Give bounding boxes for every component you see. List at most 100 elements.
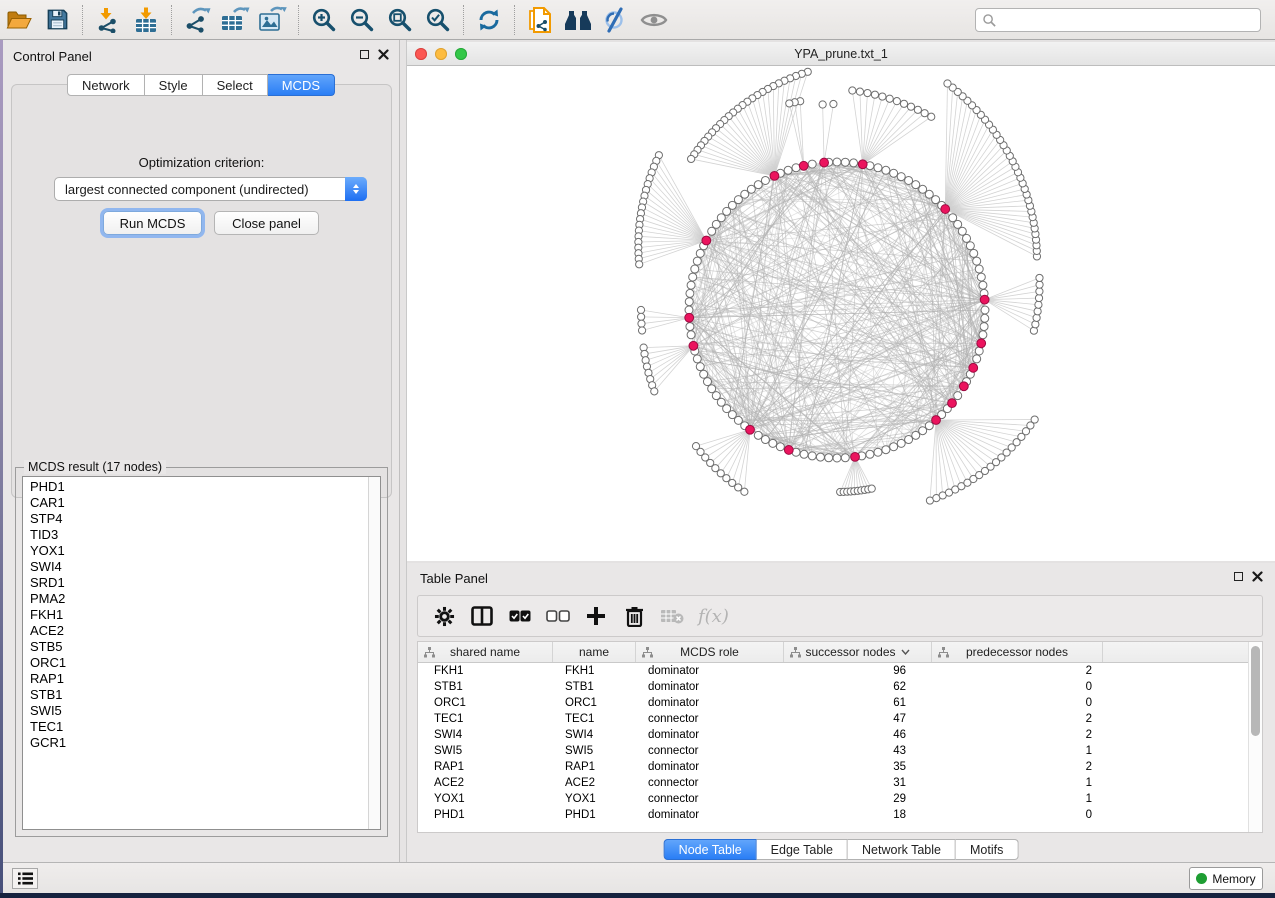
cell-predecessor_nodes: 1 bbox=[932, 777, 1103, 789]
tab-motifs[interactable]: Motifs bbox=[956, 839, 1018, 860]
table-vertical-scrollbar[interactable] bbox=[1248, 642, 1262, 832]
show-hide-eye-icon[interactable] bbox=[635, 3, 673, 37]
table-row[interactable]: ACE2ACE2connector311 bbox=[418, 775, 1248, 791]
run-mcds-button[interactable]: Run MCDS bbox=[103, 211, 202, 235]
network-view-window: YPA_prune.txt_1 bbox=[407, 42, 1275, 561]
mcds-result-item[interactable]: ACE2 bbox=[23, 623, 368, 639]
zoom-out-icon[interactable] bbox=[343, 3, 381, 37]
table-row[interactable]: SWI4SWI4dominator462 bbox=[418, 727, 1248, 743]
show-hide-vizmapper-icon[interactable] bbox=[597, 3, 635, 37]
column-header-shared-name[interactable]: shared name bbox=[418, 642, 553, 662]
table-row[interactable]: TEC1TEC1connector472 bbox=[418, 711, 1248, 727]
column-header-MCDS-role[interactable]: MCDS role bbox=[636, 642, 784, 662]
add-column-icon[interactable] bbox=[584, 602, 608, 630]
criterion-dropdown[interactable]: largest connected component (undirected) bbox=[54, 177, 367, 201]
export-table-icon[interactable] bbox=[216, 3, 254, 37]
column-header-successor-nodes[interactable]: successor nodes bbox=[784, 642, 932, 662]
tab-style[interactable]: Style bbox=[145, 74, 203, 96]
show-columns-icon[interactable] bbox=[470, 602, 494, 630]
network-window-titlebar[interactable]: YPA_prune.txt_1 bbox=[407, 42, 1275, 66]
mcds-result-item[interactable]: ORC1 bbox=[23, 655, 368, 671]
open-file-icon[interactable] bbox=[0, 3, 38, 37]
cell-predecessor_nodes: 1 bbox=[932, 793, 1103, 805]
copy-network-icon[interactable] bbox=[521, 3, 559, 37]
mcds-result-item[interactable]: STB5 bbox=[23, 639, 368, 655]
network-search-field[interactable] bbox=[975, 8, 1261, 32]
column-type-icon bbox=[938, 647, 949, 658]
mcds-list-scrollbar[interactable] bbox=[368, 477, 380, 829]
tab-network[interactable]: Network bbox=[67, 74, 145, 96]
cell-shared_name: ORC1 bbox=[418, 697, 553, 709]
delete-column-icon[interactable] bbox=[622, 602, 646, 630]
mcds-result-item[interactable]: PMA2 bbox=[23, 591, 368, 607]
save-session-icon[interactable] bbox=[38, 3, 76, 37]
mcds-result-item[interactable]: TEC1 bbox=[23, 719, 368, 735]
table-options-icon[interactable] bbox=[432, 602, 456, 630]
mcds-result-item[interactable]: GCR1 bbox=[23, 735, 368, 751]
import-table-icon[interactable] bbox=[127, 3, 165, 37]
scrollbar-thumb[interactable] bbox=[1251, 646, 1260, 736]
column-header-predecessor-nodes[interactable]: predecessor nodes bbox=[932, 642, 1103, 662]
column-type-icon bbox=[642, 647, 653, 658]
cell-mcds_role: connector bbox=[636, 745, 784, 757]
tab-select[interactable]: Select bbox=[203, 74, 268, 96]
mcds-result-group: MCDS result (17 nodes) PHD1CAR1STP4TID3Y… bbox=[15, 467, 388, 837]
float-panel-icon[interactable] bbox=[1234, 572, 1243, 581]
zoom-in-icon[interactable] bbox=[305, 3, 343, 37]
mcds-result-item[interactable]: FKH1 bbox=[23, 607, 368, 623]
close-panel-icon[interactable] bbox=[378, 49, 389, 60]
deselect-all-icon[interactable] bbox=[546, 602, 570, 630]
search-input[interactable] bbox=[997, 10, 1260, 30]
mcds-result-item[interactable]: SWI5 bbox=[23, 703, 368, 719]
mcds-result-item[interactable]: RAP1 bbox=[23, 671, 368, 687]
function-builder-icon[interactable]: f(x) bbox=[698, 602, 729, 630]
zoom-selected-icon[interactable] bbox=[419, 3, 457, 37]
cell-shared_name: STB1 bbox=[418, 681, 553, 693]
tab-mcds[interactable]: MCDS bbox=[268, 74, 335, 96]
close-panel-button[interactable]: Close panel bbox=[214, 211, 319, 235]
select-all-icon[interactable] bbox=[508, 602, 532, 630]
export-network-icon[interactable] bbox=[178, 3, 216, 37]
table-row[interactable]: STB1STB1dominator620 bbox=[418, 679, 1248, 695]
table-row[interactable]: ORC1ORC1dominator610 bbox=[418, 695, 1248, 711]
cell-predecessor_nodes: 2 bbox=[932, 665, 1103, 677]
mcds-result-item[interactable]: YOX1 bbox=[23, 543, 368, 559]
zoom-fit-icon[interactable] bbox=[381, 3, 419, 37]
mcds-result-item[interactable]: SRD1 bbox=[23, 575, 368, 591]
close-panel-icon[interactable] bbox=[1252, 571, 1263, 582]
table-row[interactable]: RAP1RAP1dominator352 bbox=[418, 759, 1248, 775]
float-panel-icon[interactable] bbox=[360, 50, 369, 59]
optimization-criterion-label: Optimization criterion: bbox=[12, 155, 391, 170]
tab-node-table[interactable]: Node Table bbox=[664, 839, 757, 860]
table-row[interactable]: PHD1PHD1dominator180 bbox=[418, 807, 1248, 823]
column-label: successor nodes bbox=[805, 645, 895, 659]
cell-successor_nodes: 96 bbox=[784, 665, 932, 677]
table-row[interactable]: FKH1FKH1dominator962 bbox=[418, 663, 1248, 679]
cell-name: SWI4 bbox=[553, 729, 636, 741]
cell-shared_name: ACE2 bbox=[418, 777, 553, 789]
column-label: MCDS role bbox=[680, 645, 739, 659]
mcds-result-item[interactable]: TID3 bbox=[23, 527, 368, 543]
export-image-icon[interactable] bbox=[254, 3, 292, 37]
network-canvas[interactable] bbox=[407, 66, 1275, 561]
panel-splitter[interactable] bbox=[400, 40, 407, 862]
tab-network-table[interactable]: Network Table bbox=[848, 839, 956, 860]
import-network-icon[interactable] bbox=[89, 3, 127, 37]
delete-table-icon[interactable] bbox=[660, 602, 684, 630]
mcds-result-item[interactable]: CAR1 bbox=[23, 495, 368, 511]
toolbar-separator bbox=[463, 5, 464, 35]
mcds-result-item[interactable]: PHD1 bbox=[23, 479, 368, 495]
task-history-button[interactable] bbox=[12, 868, 38, 889]
table-row[interactable]: SWI5SWI5connector431 bbox=[418, 743, 1248, 759]
memory-button[interactable]: Memory bbox=[1189, 867, 1263, 890]
tab-edge-table[interactable]: Edge Table bbox=[757, 839, 848, 860]
cell-successor_nodes: 62 bbox=[784, 681, 932, 693]
mcds-result-item[interactable]: STP4 bbox=[23, 511, 368, 527]
mcds-result-item[interactable]: STB1 bbox=[23, 687, 368, 703]
mcds-result-item[interactable]: SWI4 bbox=[23, 559, 368, 575]
refresh-view-icon[interactable] bbox=[470, 3, 508, 37]
table-row[interactable]: YOX1YOX1connector291 bbox=[418, 791, 1248, 807]
cell-mcds_role: dominator bbox=[636, 665, 784, 677]
search-network-icon[interactable] bbox=[559, 3, 597, 37]
column-header-name[interactable]: name bbox=[553, 642, 636, 662]
